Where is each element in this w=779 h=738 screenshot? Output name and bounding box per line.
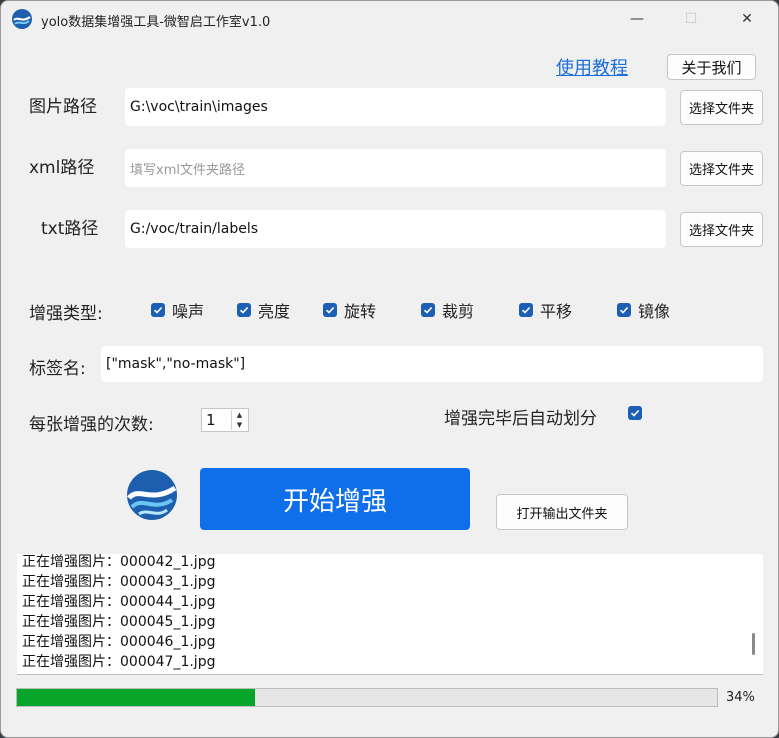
brightness-checkbox[interactable]	[237, 303, 251, 317]
rotate-label: 旋转	[344, 302, 377, 321]
app-logo-icon	[12, 9, 32, 29]
log-line: 正在增强图片：000043_1.jpg	[22, 574, 216, 590]
log-line: 正在增强图片：000044_1.jpg	[22, 594, 216, 610]
log-line: 正在增强图片：000045_1.jpg	[22, 614, 216, 630]
log-line: 正在增强图片：000046_1.jpg	[22, 634, 216, 650]
browse-xml-folder-button[interactable]: 选择文件夹	[680, 151, 763, 186]
title-bar[interactable]: yolo数据集增强工具-微智启工作室v1.0 — ☐ ✕	[1, 1, 778, 37]
brightness-label: 亮度	[258, 302, 291, 321]
spin-down-icon[interactable]: ▼	[232, 420, 247, 430]
augment-option-crop[interactable]: 裁剪	[421, 298, 474, 322]
augment-option-translate[interactable]: 平移	[519, 298, 572, 322]
checkmark-icon	[521, 306, 531, 314]
augment-type-label: 增强类型:	[29, 304, 103, 324]
window-title: yolo数据集增强工具-微智启工作室v1.0	[41, 15, 271, 30]
checkmark-icon	[423, 306, 433, 314]
log-line: 正在增强图片：000047_1.jpg	[22, 654, 216, 670]
augment-option-noise[interactable]: 噪声	[151, 298, 204, 322]
checkmark-icon	[630, 409, 640, 417]
noise-checkbox[interactable]	[151, 303, 165, 317]
tag-name-label: 标签名:	[29, 359, 86, 379]
checkmark-icon	[239, 306, 249, 314]
log-lines: 正在增强图片：000042_1.jpg 正在增强图片：000043_1.jpg 正在…	[17, 554, 215, 672]
log-line: 正在增强图片：000042_1.jpg	[22, 554, 216, 570]
log-scrollbar-thumb[interactable]	[752, 633, 755, 655]
progress-bar	[16, 688, 718, 707]
mirror-label: 镜像	[638, 302, 671, 321]
spin-up-icon[interactable]: ▲	[232, 410, 247, 420]
augment-option-brightness[interactable]: 亮度	[237, 298, 290, 322]
translate-checkbox[interactable]	[519, 303, 533, 317]
xml-path-input[interactable]: 填写xml文件夹路径	[125, 149, 666, 187]
translate-label: 平移	[540, 302, 573, 321]
tag-name-input[interactable]: ["mask","no-mask"]	[101, 346, 763, 382]
close-button[interactable]: ✕	[724, 1, 770, 37]
crop-checkbox[interactable]	[421, 303, 435, 317]
maximize-button[interactable]: ☐	[668, 1, 714, 37]
rotate-checkbox[interactable]	[323, 303, 337, 317]
auto-split-checkbox[interactable]	[628, 406, 642, 420]
augment-count-value: 1	[206, 411, 216, 429]
crop-label: 裁剪	[442, 302, 475, 321]
augment-count-label: 每张增强的次数:	[29, 415, 154, 435]
spin-arrows: ▲ ▼	[231, 410, 247, 430]
augment-count-spinbox[interactable]: 1 ▲ ▼	[201, 408, 249, 432]
checkmark-icon	[619, 306, 629, 314]
progress-percent: 34%	[726, 690, 755, 705]
about-us-button[interactable]: 关于我们	[667, 54, 756, 80]
xml-path-label: xml路径	[29, 158, 95, 178]
log-output[interactable]: 正在增强图片：000042_1.jpg 正在增强图片：000043_1.jpg 正在…	[17, 554, 763, 675]
image-path-label: 图片路径	[29, 97, 97, 117]
auto-split-option[interactable]	[628, 406, 649, 420]
checkmark-icon	[153, 306, 163, 314]
noise-label: 噪声	[172, 302, 205, 321]
start-augment-button[interactable]: 开始增强	[200, 468, 470, 530]
minimize-button[interactable]: —	[614, 1, 660, 37]
open-output-folder-button[interactable]: 打开输出文件夹	[496, 494, 628, 530]
txt-path-input[interactable]: G:/voc/train/labels	[125, 210, 666, 248]
auto-split-label: 增强完毕后自动划分	[444, 409, 597, 429]
txt-path-label: txt路径	[41, 219, 99, 239]
browse-txt-folder-button[interactable]: 选择文件夹	[680, 212, 763, 247]
image-path-input[interactable]: G:\voc\train\images	[125, 88, 666, 126]
checkmark-icon	[325, 306, 335, 314]
progress-bar-fill	[17, 689, 255, 706]
browse-image-folder-button[interactable]: 选择文件夹	[680, 90, 763, 125]
mirror-checkbox[interactable]	[617, 303, 631, 317]
app-window: yolo数据集增强工具-微智启工作室v1.0 — ☐ ✕ 使用教程 关于我们 图…	[0, 0, 779, 738]
augment-option-rotate[interactable]: 旋转	[323, 298, 376, 322]
studio-logo-icon	[127, 470, 177, 520]
augment-option-mirror[interactable]: 镜像	[617, 298, 670, 322]
tutorial-link[interactable]: 使用教程	[556, 54, 628, 80]
